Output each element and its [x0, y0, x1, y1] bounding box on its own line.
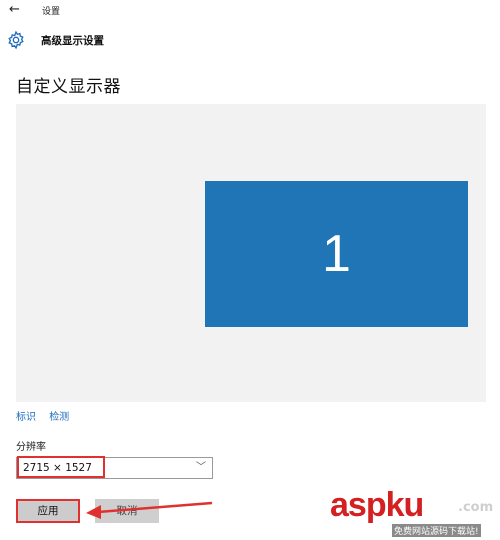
watermark-suffix: .com — [458, 500, 494, 515]
window-title: 设置 — [42, 7, 61, 17]
watermark-subtitle: 免费网站源码下载站! — [392, 524, 481, 537]
identify-link[interactable]: 标识 — [16, 412, 36, 423]
chevron-down-icon: ﹀ — [196, 462, 206, 473]
title-bar: ← 设置 — [0, 0, 500, 22]
display-arrangement-area: 1 — [16, 104, 486, 402]
watermark-logo: aspku — [330, 486, 424, 524]
cancel-button[interactable]: 取消 — [95, 499, 159, 523]
watermark: aspku .com 免费网站源码下载站! — [330, 486, 500, 540]
monitor-tile[interactable]: 1 — [205, 181, 468, 327]
gear-icon — [8, 30, 24, 50]
resolution-dropdown[interactable]: 2715 × 1527 ﹀ — [16, 457, 213, 479]
detect-link[interactable]: 检测 — [49, 412, 69, 423]
resolution-value: 2715 × 1527 — [23, 462, 92, 474]
section-title: 自定义显示器 — [16, 77, 121, 97]
apply-button[interactable]: 应用 — [16, 499, 80, 523]
resolution-label: 分辨率 — [16, 442, 46, 453]
monitor-number: 1 — [322, 225, 351, 283]
display-links: 标识 检测 — [16, 408, 79, 423]
page-title: 高级显示设置 — [41, 35, 104, 47]
back-arrow-icon[interactable]: ← — [9, 2, 20, 18]
